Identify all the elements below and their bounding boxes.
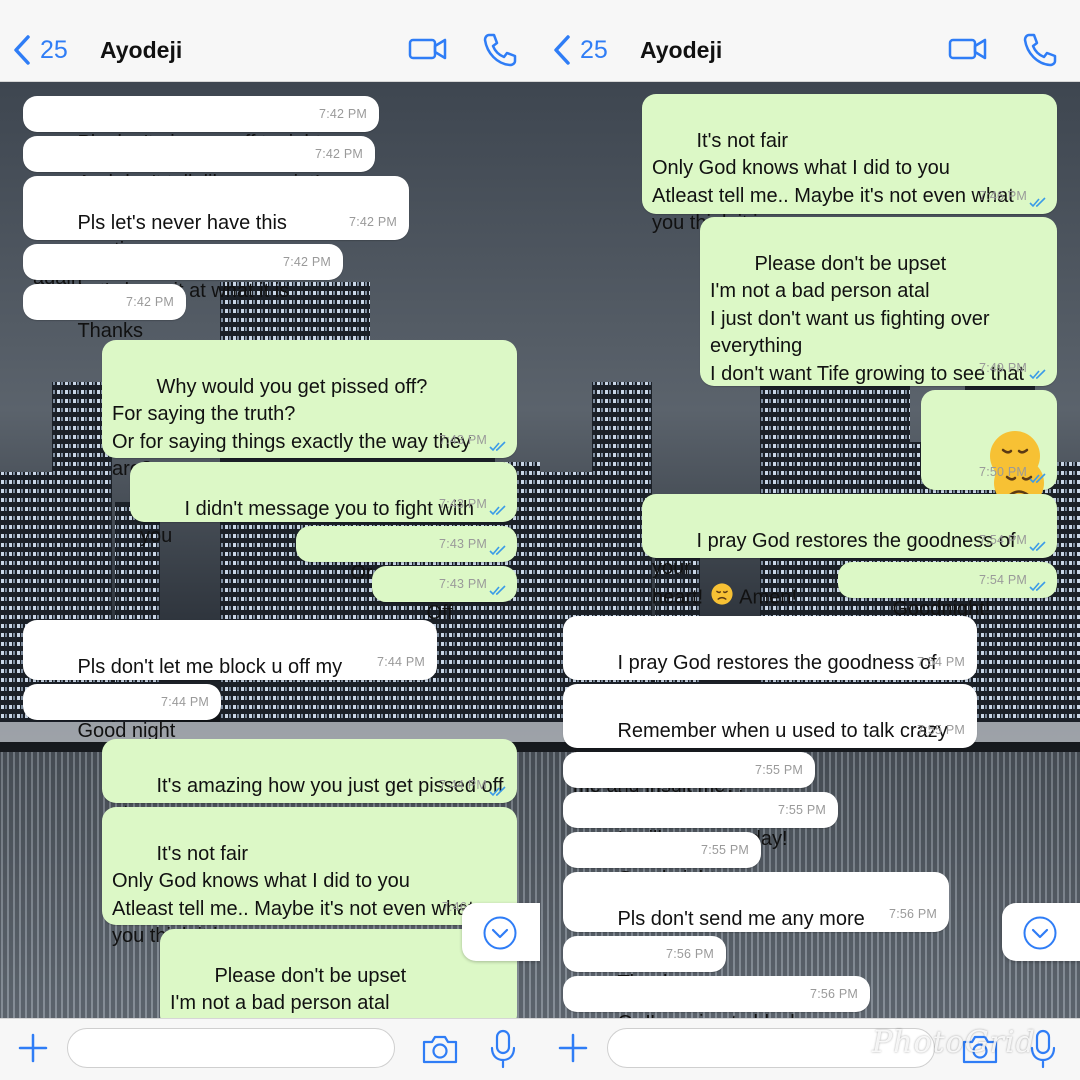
message-time: 7:56 PM <box>666 946 714 961</box>
message-bubble[interactable]: Thanks 7:56 PM <box>563 936 726 994</box>
chat-header: 25 Ayodeji <box>540 0 1080 82</box>
message-time: 7:42 PM <box>319 106 367 121</box>
chat-panel-left: 25 Ayodeji Pls don't piss m <box>0 0 540 1080</box>
video-call-icon[interactable] <box>948 31 988 67</box>
message-bubble[interactable]: I pray God restores the goodness of your… <box>642 494 1057 608</box>
plus-icon[interactable] <box>16 1031 50 1065</box>
screenshot-collage: 25 Ayodeji Pls don't piss m <box>0 0 1080 1080</box>
contact-name[interactable]: Ayodeji <box>100 37 182 64</box>
message-bubble[interactable]: Let's keep it at what it is 7:42 PM <box>23 244 343 302</box>
chat-panel-right: 25 Ayodeji It's not fair Only God knows … <box>540 0 1080 1080</box>
message-bubble[interactable]: It's not fair Only God knows what I did … <box>102 807 517 947</box>
photogrid-watermark: PhotoGrid <box>872 1025 1036 1060</box>
message-time: 7:42 PM <box>349 214 397 229</box>
message-text: Please don't be upset I'm not a bad pers… <box>710 252 1025 385</box>
message-bubble[interactable]: It will stop one day! 7:55 PM <box>563 792 838 850</box>
camera-icon[interactable] <box>420 1033 460 1065</box>
message-input[interactable] <box>67 1028 395 1068</box>
message-time: 7:46 PM <box>979 188 1027 203</box>
read-ticks-icon <box>1029 369 1046 380</box>
message-time: 7:55 PM <box>917 722 965 737</box>
read-ticks-icon <box>1029 541 1046 552</box>
message-bubble[interactable]: Pls let's never have this conversation a… <box>23 176 409 289</box>
message-time: 7:42 PM <box>283 254 331 269</box>
video-call-icon[interactable] <box>408 31 448 67</box>
message-time: 7:42 PM <box>126 294 174 309</box>
message-time: 7:42 PM <box>315 146 363 161</box>
phone-call-icon[interactable] <box>1020 31 1060 67</box>
message-bubble[interactable]: And don't talk like u a saint! 7:42 PM <box>23 136 375 194</box>
message-bubble[interactable]: Goodnight! 7:54 PM <box>838 562 1057 620</box>
message-bubble[interactable]: 7:50 PM <box>921 390 1057 508</box>
message-bubble[interactable]: Good night 7:44 PM <box>23 684 221 742</box>
message-bubble[interactable]: Thanks 7:42 PM <box>23 284 186 342</box>
message-time: 7:54 PM <box>979 572 1027 587</box>
contact-name[interactable]: Ayodeji <box>640 37 722 64</box>
message-bubble[interactable]: I pray God restores the goodness of your… <box>563 616 977 729</box>
chevron-left-icon <box>554 35 570 65</box>
microphone-icon[interactable] <box>488 1029 518 1069</box>
back-button[interactable]: 25 <box>12 32 68 68</box>
back-count: 25 <box>40 35 68 64</box>
input-bar <box>0 1018 540 1080</box>
chat-header: 25 Ayodeji <box>0 0 540 82</box>
message-time: 7:56 PM <box>810 986 858 1001</box>
message-bubble[interactable]: It's amazing how you just get pissed off… <box>102 739 517 852</box>
phone-call-icon[interactable] <box>480 31 520 67</box>
message-time: 7:44 PM <box>161 694 209 709</box>
message-time: 7:43 PM <box>439 496 487 511</box>
message-bubble[interactable]: I told u one thing 7:55 PM <box>563 752 815 810</box>
message-list[interactable]: Pls don't piss me off tonight 7:42 PM An… <box>0 82 540 1042</box>
plus-icon[interactable] <box>556 1031 590 1065</box>
message-bubble[interactable]: Good night 7:55 PM <box>563 832 761 890</box>
message-bubble[interactable]: Or I'm going to block u 7:56 PM <box>563 976 870 1034</box>
chevron-down-circle-icon <box>1023 916 1057 950</box>
message-bubble[interactable]: Please don't be upset I'm not a bad pers… <box>700 217 1057 386</box>
chevron-left-icon <box>14 35 30 65</box>
message-time: 7:44 PM <box>439 777 487 792</box>
message-time: 7:44 PM <box>377 654 425 669</box>
read-ticks-icon <box>1029 581 1046 592</box>
message-time: 7:43 PM <box>439 432 487 447</box>
message-bubble[interactable]: It's not fair Only God knows what I did … <box>642 94 1057 234</box>
message-bubble[interactable]: Why would you get pissed off? For saying… <box>102 340 517 480</box>
message-time: 7:55 PM <box>778 802 826 817</box>
message-time: 7:49 PM <box>979 360 1027 375</box>
message-list[interactable]: It's not fair Only God knows what I did … <box>540 68 1080 1034</box>
scroll-to-bottom-button[interactable] <box>462 903 540 961</box>
message-time: 7:43 PM <box>439 536 487 551</box>
message-text: Thanks <box>77 319 144 342</box>
read-ticks-icon <box>1029 473 1046 484</box>
message-bubble[interactable]: Pls don't piss me off tonight 7:42 PM <box>23 96 379 154</box>
message-bubble[interactable]: Or piss you 7:43 PM <box>296 526 517 584</box>
message-time: 7:56 PM <box>889 906 937 921</box>
message-bubble[interactable]: Pls don't send me any more messages 7:56… <box>563 872 949 957</box>
message-text: Off <box>426 601 453 624</box>
message-time: 7:55 PM <box>755 762 803 777</box>
back-count: 25 <box>580 35 608 64</box>
message-time: 7:54 PM <box>979 532 1027 547</box>
message-time: 7:43 PM <box>439 576 487 591</box>
message-bubble[interactable]: Remember when u used to talk crazy to me… <box>563 684 977 797</box>
read-ticks-icon <box>489 441 506 452</box>
disappointed-face-icon <box>711 582 733 614</box>
message-text: Amen! <box>739 586 797 609</box>
read-ticks-icon <box>1029 197 1046 208</box>
read-ticks-icon <box>489 786 506 797</box>
back-button[interactable]: 25 <box>552 32 608 68</box>
read-ticks-icon <box>489 545 506 556</box>
message-bubble[interactable]: I didn't message you to fight with you 7… <box>130 462 517 547</box>
message-time: 7:55 PM <box>701 842 749 857</box>
message-time: 7:50 PM <box>979 464 1027 479</box>
scroll-to-bottom-button[interactable] <box>1002 903 1080 961</box>
message-time: 7:54 PM <box>917 654 965 669</box>
message-bubble[interactable]: Pls don't let me block u off my whatsapp… <box>23 620 437 705</box>
read-ticks-icon <box>489 585 506 596</box>
chevron-down-circle-icon <box>483 916 517 950</box>
message-bubble[interactable]: Off 7:43 PM <box>372 566 517 624</box>
read-ticks-icon <box>489 505 506 516</box>
